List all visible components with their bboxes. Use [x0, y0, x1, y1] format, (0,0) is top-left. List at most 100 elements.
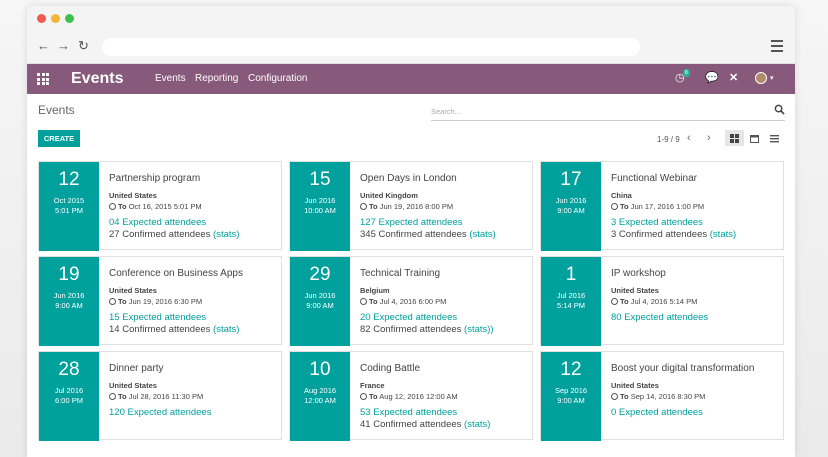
- event-date-box: 12 Sep 2016 9:00 AM: [541, 352, 601, 441]
- event-end-date: To Jun 17, 2016 1:00 PM: [611, 201, 781, 212]
- event-month: Jul 2016: [54, 386, 84, 395]
- create-button[interactable]: CREATE: [38, 130, 80, 147]
- apps-grid-icon[interactable]: [37, 73, 49, 85]
- event-date-box: 17 Jun 2016 9:00 AM: [541, 162, 601, 251]
- event-card[interactable]: 10 Aug 2016 12:00 AM Coding Battle Franc…: [289, 351, 533, 441]
- event-country: United States: [611, 286, 659, 295]
- search-placeholder: Search...: [431, 107, 462, 116]
- stats-link[interactable]: (stats): [710, 229, 736, 240]
- menu-configuration[interactable]: Configuration: [248, 73, 307, 84]
- expected-attendees[interactable]: 80 Expected attendees: [611, 312, 781, 324]
- event-info: Conference on Business Apps United State…: [109, 267, 279, 336]
- stats-link[interactable]: (stats): [464, 419, 490, 430]
- event-info: Functional Webinar China To Jun 17, 2016…: [611, 172, 781, 241]
- event-info: Coding Battle France To Aug 12, 2016 12:…: [360, 362, 530, 431]
- event-country: United States: [109, 191, 157, 200]
- event-card[interactable]: 15 Jun 2016 10:00 AM Open Days in London…: [289, 161, 533, 251]
- event-day: 12: [58, 169, 80, 190]
- kanban-icon: [730, 134, 739, 143]
- address-bar[interactable]: [102, 38, 640, 56]
- event-month: Sep 2016: [554, 386, 588, 395]
- clock-icon: [109, 393, 116, 400]
- app-title: Events: [71, 70, 124, 87]
- event-card[interactable]: 17 Jun 2016 9:00 AM Functional Webinar C…: [540, 161, 784, 251]
- event-end-date: To Jul 4, 2016 5:14 PM: [611, 296, 781, 307]
- list-view-button[interactable]: [765, 130, 784, 146]
- user-avatar[interactable]: [755, 72, 767, 84]
- event-name: Coding Battle: [360, 363, 421, 374]
- event-card[interactable]: 29 Jun 2016 9:00 AM Technical Training B…: [289, 256, 533, 346]
- stats-link[interactable]: (stats): [213, 229, 239, 240]
- minimize-window-button[interactable]: [51, 14, 60, 23]
- event-day: 28: [58, 359, 80, 380]
- event-month: Jun 2016: [304, 291, 336, 300]
- expected-attendees[interactable]: 20 Expected attendees: [360, 312, 530, 324]
- event-day: 15: [309, 169, 331, 190]
- debug-close-icon[interactable]: ✕: [729, 71, 738, 84]
- event-card[interactable]: 1 Jul 2016 5:14 PM IP workshop United St…: [540, 256, 784, 346]
- event-name: Conference on Business Apps: [109, 268, 243, 279]
- event-date-box: 1 Jul 2016 5:14 PM: [541, 257, 601, 346]
- expected-attendees[interactable]: 15 Expected attendees: [109, 312, 279, 324]
- stats-link[interactable]: (stats): [213, 324, 239, 335]
- event-name: Technical Training: [360, 268, 441, 279]
- event-time: 9:00 AM: [557, 206, 585, 215]
- reload-icon[interactable]: ↻: [78, 39, 89, 53]
- event-month: Jul 2016: [556, 291, 586, 300]
- close-window-button[interactable]: [37, 14, 46, 23]
- event-day: 19: [58, 264, 80, 285]
- pager-previous-icon[interactable]: ‹: [687, 132, 691, 144]
- pager-value[interactable]: 1-9 / 9: [657, 135, 680, 144]
- browser-menu-icon[interactable]: [771, 40, 783, 55]
- clock-icon: [109, 203, 116, 210]
- event-month: Aug 2016: [303, 386, 337, 395]
- search-input[interactable]: Search...: [431, 103, 785, 121]
- event-country: China: [611, 191, 632, 200]
- menu-reporting[interactable]: Reporting: [195, 73, 238, 84]
- event-day: 29: [309, 264, 331, 285]
- stats-link[interactable]: (stats): [469, 229, 495, 240]
- forward-arrow-icon[interactable]: →: [57, 39, 70, 53]
- event-time: 10:00 AM: [304, 206, 336, 215]
- avatar-caret-icon[interactable]: ▾: [770, 74, 774, 82]
- expected-attendees[interactable]: 127 Expected attendees: [360, 217, 530, 229]
- calendar-view-button[interactable]: [745, 130, 764, 146]
- chat-icon[interactable]: 💬: [705, 71, 719, 84]
- event-day: 1: [565, 264, 577, 285]
- confirmed-attendees: 14 Confirmed attendees (stats): [109, 324, 240, 335]
- event-info: Technical Training Belgium To Jul 4, 201…: [360, 267, 530, 336]
- confirmed-attendees: 82 Confirmed attendees (stats)): [360, 324, 494, 335]
- expected-attendees[interactable]: 120 Expected attendees: [109, 407, 279, 419]
- event-month: Jun 2016: [555, 196, 587, 205]
- expected-attendees[interactable]: 0 Expected attendees: [611, 407, 781, 419]
- kanban-view-button[interactable]: [725, 130, 744, 146]
- confirmed-attendees: 345 Confirmed attendees (stats): [360, 229, 496, 240]
- list-icon: [770, 135, 779, 143]
- event-name: Open Days in London: [360, 173, 457, 184]
- back-arrow-icon[interactable]: ←: [37, 39, 50, 53]
- title-bar: [27, 6, 795, 29]
- activity-clock-icon[interactable]: ◷ 8: [675, 69, 690, 84]
- event-month: Jun 2016: [53, 291, 85, 300]
- event-date-box: 29 Jun 2016 9:00 AM: [290, 257, 350, 346]
- event-day: 12: [560, 359, 582, 380]
- expected-attendees[interactable]: 04 Expected attendees: [109, 217, 279, 229]
- event-name: Functional Webinar: [611, 173, 697, 184]
- event-card[interactable]: 19 Jun 2016 9:00 AM Conference on Busine…: [38, 256, 282, 346]
- search-icon[interactable]: [774, 104, 785, 115]
- event-name: Partnership program: [109, 173, 201, 184]
- maximize-window-button[interactable]: [65, 14, 74, 23]
- menu-events[interactable]: Events: [155, 73, 186, 84]
- pager-next-icon[interactable]: ›: [707, 132, 711, 144]
- expected-attendees[interactable]: 53 Expected attendees: [360, 407, 530, 419]
- event-card[interactable]: 12 Sep 2016 9:00 AM Boost your digital t…: [540, 351, 784, 441]
- event-name: Dinner party: [109, 363, 164, 374]
- event-card[interactable]: 12 Oct 2015 5:01 PM Partnership program …: [38, 161, 282, 251]
- stats-link[interactable]: (stats)): [464, 324, 494, 335]
- event-time: 9:00 AM: [557, 396, 585, 405]
- event-end-date: To Aug 12, 2016 12:00 AM: [360, 391, 530, 402]
- clock-icon: [360, 298, 367, 305]
- event-card[interactable]: 28 Jul 2016 6:00 PM Dinner party United …: [38, 351, 282, 441]
- browser-navbar: ← → ↻: [27, 29, 795, 64]
- expected-attendees[interactable]: 3 Expected attendees: [611, 217, 781, 229]
